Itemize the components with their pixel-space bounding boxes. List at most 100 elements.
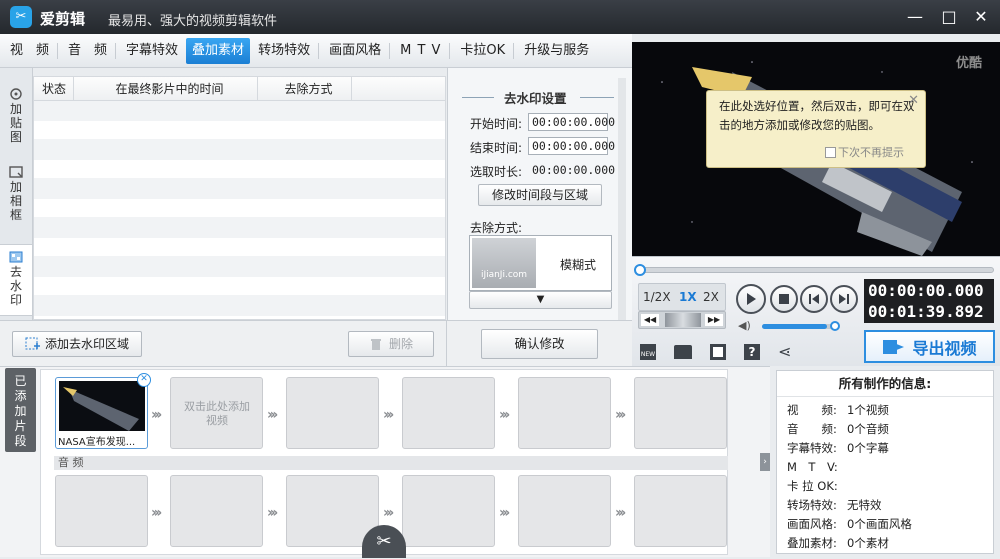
added-clips-tab[interactable]: 已添加片段 xyxy=(5,368,36,452)
chevron-right-icon: ››› xyxy=(383,407,394,423)
side-tab-add-frame[interactable]: 加相框 xyxy=(0,160,32,236)
expand-panel-icon[interactable]: › xyxy=(760,453,770,471)
tab-karaoke[interactable]: 卡拉OK xyxy=(454,38,511,64)
new-project-icon[interactable]: NEW xyxy=(640,344,656,360)
speed-selector: 1/2X 1X 2X xyxy=(638,283,726,311)
info-key: 字幕特效: xyxy=(787,441,837,455)
next-frame-button[interactable] xyxy=(830,285,858,313)
help-icon[interactable]: ? xyxy=(744,344,760,360)
clip-remove-icon[interactable]: ✕ xyxy=(137,373,151,387)
tab-mtv[interactable]: M T V xyxy=(394,38,447,64)
tab-transitions[interactable]: 转场特效 xyxy=(252,38,316,64)
title-bar: ✂ 爱剪辑 最易用、强大的视频剪辑软件 — □ ✕ xyxy=(0,0,1000,34)
clip-slot-empty[interactable] xyxy=(286,377,379,449)
project-info-panel: 所有制作的信息: 视 频: 1个视频 音 频: 0个音频 字幕特效: 0个字幕 M T… xyxy=(776,370,994,554)
method-select[interactable]: iJianJi.com 模糊式 xyxy=(469,235,612,291)
list-row xyxy=(34,121,445,140)
tab-subtitles[interactable]: 字幕特效 xyxy=(120,38,184,64)
column-header-method[interactable]: 去除方式 xyxy=(258,77,352,100)
frame-icon xyxy=(9,166,23,178)
tab-video[interactable]: 视 频 xyxy=(4,38,55,64)
minimize-icon[interactable]: — xyxy=(904,6,926,28)
add-watermark-region-button[interactable]: 添加去水印区域 xyxy=(12,331,142,357)
side-tab-remove-watermark[interactable]: 去水印 xyxy=(0,244,32,316)
end-time-input[interactable]: 00:00:00.000 xyxy=(528,137,615,155)
share-icon[interactable]: ⋖ xyxy=(778,344,791,360)
speed-1x[interactable]: 1X xyxy=(679,290,697,304)
side-tab-label: 加贴图 xyxy=(9,102,22,144)
app-logo-icon: ✂ xyxy=(10,6,32,28)
modify-time-region-button[interactable]: 修改时间段与区域 xyxy=(478,184,602,206)
list-row xyxy=(34,101,445,121)
duration-label: 选取时长: xyxy=(470,165,523,179)
tab-overlay[interactable]: 叠加素材 xyxy=(186,37,251,64)
audio-slot[interactable] xyxy=(634,475,727,547)
clip-thumbnail-1[interactable]: NASA宣布发现... ✕ xyxy=(55,373,151,449)
audio-slot[interactable] xyxy=(170,475,263,547)
start-time-input[interactable]: 00:00:00.000 xyxy=(528,113,615,131)
column-header-status[interactable]: 状态 xyxy=(34,77,74,100)
side-tab-add-sticker[interactable]: 加贴图 xyxy=(0,82,32,154)
end-time-label: 结束时间: xyxy=(470,141,523,155)
step-forward-icon[interactable]: ▶▶ xyxy=(705,314,723,326)
tooltip-dont-show-checkbox[interactable]: 下次不再提示 xyxy=(825,143,904,162)
panel-scrollbar[interactable] xyxy=(618,78,626,340)
method-dropdown-arrow-icon[interactable]: ▼ xyxy=(469,291,612,309)
delete-label: 删除 xyxy=(388,337,413,351)
delete-button[interactable]: 删除 xyxy=(348,331,434,357)
info-row-karaoke: 卡 拉 OK: xyxy=(777,477,993,496)
app-name: 爱剪辑 xyxy=(40,10,86,28)
audio-slot[interactable] xyxy=(518,475,611,547)
clip-slot-empty[interactable] xyxy=(634,377,727,449)
list-row xyxy=(34,140,445,160)
progress-track[interactable] xyxy=(636,267,994,273)
method-label: 去除方式: xyxy=(470,221,523,235)
tab-audio[interactable]: 音 频 xyxy=(62,38,113,64)
tab-upgrade[interactable]: 升级与服务 xyxy=(518,38,595,64)
checkbox-box[interactable] xyxy=(825,147,836,158)
maximize-icon[interactable]: □ xyxy=(938,6,960,28)
tab-separator xyxy=(513,42,515,59)
prev-frame-button[interactable] xyxy=(800,285,828,313)
tab-separator xyxy=(318,42,320,59)
info-row-transition: 转场特效: 无特效 xyxy=(777,496,993,515)
column-header-time[interactable]: 在最终影片中的时间 xyxy=(74,77,258,100)
step-back-icon[interactable]: ◀◀ xyxy=(641,314,659,326)
next-icon xyxy=(839,294,849,304)
audio-slot[interactable] xyxy=(402,475,495,547)
clip-slot-empty[interactable]: 双击此处添加视频 xyxy=(170,377,263,449)
title-rule-right xyxy=(580,97,614,98)
side-tab-label: 去水印 xyxy=(9,265,22,307)
close-icon[interactable]: ✕ xyxy=(970,6,992,28)
list-row xyxy=(34,199,445,218)
save-icon[interactable] xyxy=(710,344,726,360)
play-button[interactable] xyxy=(736,284,766,314)
volume-icon[interactable]: ◀) xyxy=(738,319,751,332)
speed-half[interactable]: 1/2X xyxy=(643,290,671,304)
chevron-right-icon: ››› xyxy=(267,505,278,521)
list-row xyxy=(34,218,445,238)
info-key: 转场特效: xyxy=(787,498,837,512)
audio-slot[interactable] xyxy=(55,475,148,547)
stop-button[interactable] xyxy=(770,285,798,313)
start-time-label: 开始时间: xyxy=(470,117,523,131)
clip-slot-empty[interactable] xyxy=(518,377,611,449)
confirm-modify-button[interactable]: 确认修改 xyxy=(481,329,598,359)
tab-style[interactable]: 画面风格 xyxy=(323,38,387,64)
list-body xyxy=(34,101,445,316)
tooltip-close-icon[interactable]: ✕ xyxy=(908,91,919,110)
info-title: 所有制作的信息: xyxy=(777,371,993,397)
progress-handle[interactable] xyxy=(634,264,646,276)
volume-track[interactable] xyxy=(762,324,836,329)
info-row-subtitle: 字幕特效: 0个字幕 xyxy=(777,439,993,458)
volume-handle[interactable] xyxy=(830,321,840,331)
open-folder-icon[interactable] xyxy=(674,345,692,359)
action-bar: 添加去水印区域 删除 确认修改 xyxy=(0,320,632,369)
list-row xyxy=(34,179,445,199)
tab-separator xyxy=(115,42,117,59)
speed-2x[interactable]: 2X xyxy=(703,290,719,304)
jog-wheel[interactable] xyxy=(665,313,701,327)
clip-slot-empty[interactable] xyxy=(402,377,495,449)
list-row xyxy=(34,296,445,316)
export-video-button[interactable]: 导出视频 xyxy=(864,330,995,363)
